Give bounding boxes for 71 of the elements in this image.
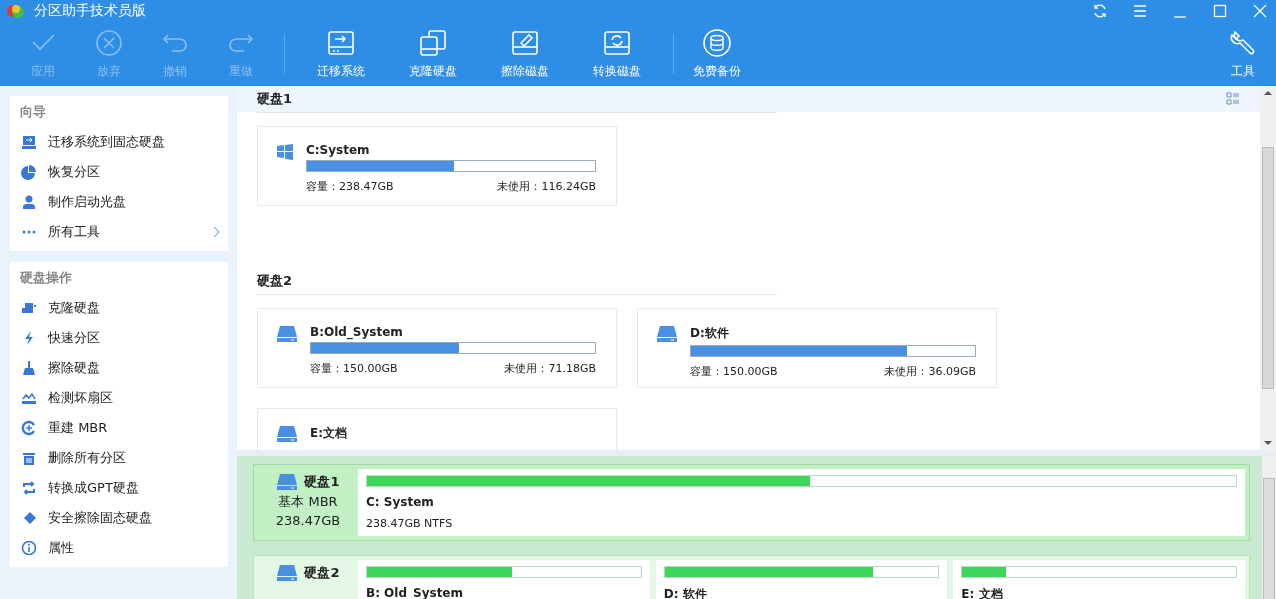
sidebar-item[interactable]: 所有工具 [10, 217, 228, 247]
section-title: 硬盘操作 [19, 269, 73, 287]
disk-name: 硬盘1 [304, 473, 340, 491]
disk-type: 基本 MBR [278, 493, 338, 511]
drive-icon [656, 325, 678, 343]
trash-icon [21, 450, 37, 466]
info-icon [21, 540, 37, 556]
partition-block[interactable]: B: Old_System [358, 560, 650, 599]
scrollbar[interactable] [1262, 456, 1276, 599]
chevron-icon [212, 226, 220, 238]
partition-name: D:软件 [690, 325, 730, 342]
refresh-plus-icon [21, 420, 37, 436]
scroll-up-icon[interactable] [1263, 90, 1273, 96]
section-title: 向导 [19, 103, 47, 121]
partition-label: D: 软件 [663, 586, 708, 599]
drives-icon [417, 27, 449, 59]
drive-icon [276, 564, 299, 582]
cancel-icon [93, 27, 125, 59]
disk-title: 硬盘2 [257, 272, 294, 290]
partition-label: B: Old_System [366, 586, 464, 599]
drive-icon [276, 325, 298, 343]
broom-icon [21, 360, 37, 376]
partition-card[interactable]: D:软件 容量：150.00GB 未使用：36.09GB [637, 308, 997, 388]
sidebar-item[interactable]: 属性 [10, 533, 228, 563]
scroll-down-icon[interactable] [1263, 440, 1273, 446]
sidebar-item[interactable]: 迁移系统到固态硬盘 [10, 127, 228, 157]
drives-icon [21, 300, 37, 316]
free-space-text: 未使用：36.09GB [884, 364, 976, 379]
sidebar-item[interactable]: 检测坏扇区 [10, 383, 228, 413]
sidebar-item[interactable]: 快速分区 [10, 323, 228, 353]
disk-title: 硬盘1 [257, 90, 294, 108]
swap-icon [21, 480, 37, 496]
partition-block[interactable]: E: 文档 [953, 560, 1245, 599]
disk-row[interactable]: 硬盘2 B: Old_System D: 软件 E: 文档 [253, 555, 1250, 599]
partition-card[interactable]: C:System 容量：238.47GB 未使用：116.24GB [257, 126, 617, 206]
partition-name: B:Old_System [310, 325, 404, 339]
partition-card[interactable]: B:Old_System 容量：150.00GB 未使用：71.18GB [257, 308, 617, 388]
sidebar-item[interactable]: 重建 MBR [10, 413, 228, 443]
sidebar-item[interactable]: 克隆硬盘 [10, 293, 228, 323]
pie-chart-icon [21, 164, 37, 180]
disk-row[interactable]: 硬盘1 基本 MBR 238.47GB C: System 238.47GB NTFS [253, 464, 1250, 541]
capacity-text: 容量：150.00GB [310, 361, 398, 376]
disk-name: 硬盘2 [304, 564, 340, 582]
partition-block[interactable]: C: System 238.47GB NTFS [358, 469, 1245, 536]
sidebar-item[interactable]: 制作启动光盘 [10, 187, 228, 217]
windows-icon [276, 143, 294, 161]
partition-name: C:System [306, 143, 371, 157]
sidebar-item[interactable]: 转换成GPT硬盘 [10, 473, 228, 503]
capacity-text: 容量：150.00GB [690, 364, 778, 379]
sidebar-item[interactable]: 恢复分区 [10, 157, 228, 187]
drive-scan-icon [21, 390, 37, 406]
scrollbar[interactable] [1260, 86, 1276, 450]
view-toggle-icon[interactable] [1226, 92, 1240, 106]
app-logo-icon [6, 3, 26, 19]
partition-name: E:文档 [310, 425, 348, 442]
partition-label: C: System [366, 495, 435, 509]
sidebar-item[interactable]: 删除所有分区 [10, 443, 228, 473]
window-title: 分区助手技术员版 [34, 2, 146, 20]
drive-arrow-icon [21, 134, 37, 150]
sidebar-item[interactable]: 擦除硬盘 [10, 353, 228, 383]
free-space-text: 未使用：71.18GB [504, 361, 596, 376]
disk-size: 238.47GB [275, 513, 341, 528]
partition-label: E: 文档 [961, 586, 1004, 599]
sidebar-item[interactable]: 安全擦除固态硬盘 [10, 503, 228, 533]
database-icon [701, 27, 733, 59]
drive-icon [276, 425, 298, 443]
capacity-text: 容量：238.47GB [306, 179, 394, 194]
free-space-text: 未使用：116.24GB [497, 179, 596, 194]
drive-icon [276, 473, 299, 491]
partition-block[interactable]: D: 软件 [655, 560, 948, 599]
partition-info: 238.47GB NTFS [366, 517, 454, 530]
